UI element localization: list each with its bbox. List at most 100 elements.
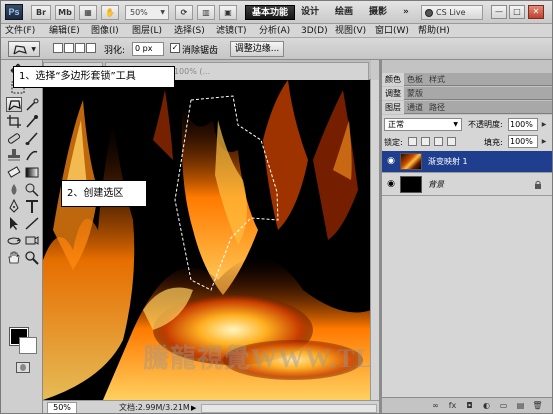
visibility-eye-icon[interactable]: ◉	[385, 156, 397, 166]
new-group-icon[interactable]: ▭	[498, 401, 509, 411]
trash-icon[interactable]: 🗑	[532, 401, 543, 411]
workspace-photography[interactable]: 摄影	[369, 5, 387, 20]
vertical-scrollbar[interactable]	[370, 80, 379, 400]
status-menu-arrow-icon[interactable]: ▶	[191, 402, 196, 413]
chevron-down-icon: ▼	[160, 9, 165, 16]
photoshop-window: Ps Br Mb ▦ ✋ 50% ▼ ⟳ ▥ ▣ 基本功能 设计 绘画 摄影 » …	[0, 0, 553, 414]
menu-layer[interactable]: 图层(L)	[132, 24, 162, 38]
eyedropper-tool[interactable]	[24, 114, 40, 129]
clone-stamp-tool[interactable]	[6, 148, 22, 163]
path-selection-tool[interactable]	[6, 216, 22, 231]
pen-tool[interactable]	[6, 198, 22, 214]
spot-healing-tool[interactable]	[6, 131, 22, 146]
add-mask-icon[interactable]: ◘	[464, 401, 475, 411]
opacity-slider-arrow-icon[interactable]: ▶	[540, 118, 548, 131]
line-tool[interactable]	[24, 216, 40, 231]
dodge-tool[interactable]	[24, 182, 40, 197]
crop-icon	[7, 115, 21, 128]
cs-live-button[interactable]: CS Live	[421, 5, 483, 20]
layer-row-gradient-map[interactable]: ◉ 渐变映射 1	[382, 151, 552, 173]
blend-mode-select[interactable]: 正常 ▼	[384, 118, 462, 131]
tab-styles[interactable]: 样式	[426, 73, 448, 86]
cs-live-icon	[425, 9, 433, 17]
polygonal-lasso-tool[interactable]	[6, 97, 22, 112]
lock-image-button[interactable]	[421, 137, 430, 146]
lock-position-button[interactable]	[434, 137, 443, 146]
fill-input[interactable]: 100%	[508, 135, 538, 148]
tool-preset-picker[interactable]: ▼	[8, 41, 40, 57]
menu-select[interactable]: 选择(S)	[174, 24, 205, 38]
quick-mask-button[interactable]	[16, 362, 30, 373]
quick-selection-tool[interactable]	[24, 97, 40, 112]
visibility-eye-icon[interactable]: ◉	[385, 179, 397, 189]
background-color-swatch[interactable]	[19, 337, 37, 354]
dodge-icon	[25, 183, 39, 197]
tab-color[interactable]: 颜色	[382, 73, 404, 86]
bandage-icon	[7, 133, 21, 144]
view-extras-button[interactable]: ▦	[79, 5, 97, 20]
adjustment-layer-icon[interactable]: ◐	[481, 401, 492, 411]
refine-edge-button[interactable]: 调整边缘...	[230, 41, 284, 57]
workspace-design[interactable]: 设计	[301, 5, 319, 20]
menu-image[interactable]: 图像(I)	[91, 24, 119, 38]
magic-wand-icon	[26, 98, 39, 111]
hand-tool[interactable]	[6, 250, 22, 265]
gradient-tool[interactable]	[24, 165, 40, 180]
new-layer-icon[interactable]: ▤	[515, 401, 526, 411]
workspace-painting[interactable]: 绘画	[335, 5, 353, 20]
rotate-view-button[interactable]: ⟳	[175, 5, 193, 20]
minimize-button[interactable]: —	[491, 5, 507, 19]
maximize-button[interactable]: □	[509, 5, 525, 19]
menu-view[interactable]: 视图(V)	[335, 24, 366, 38]
3d-camera-tool[interactable]	[24, 233, 40, 248]
zoom-tool[interactable]	[24, 250, 40, 265]
status-zoom-field[interactable]: 50%	[47, 402, 77, 413]
tab-paths[interactable]: 路径	[426, 101, 448, 114]
new-selection-button[interactable]	[53, 43, 63, 53]
horizontal-scrollbar[interactable]	[201, 404, 377, 413]
mini-bridge-button[interactable]: Mb	[55, 5, 75, 20]
menu-file[interactable]: 文件(F)	[5, 24, 35, 38]
crop-tool[interactable]	[6, 114, 22, 129]
tab-adjustments[interactable]: 调整	[382, 87, 404, 100]
hand-zoom-button[interactable]: ✋	[101, 5, 119, 20]
tab-swatches[interactable]: 色板	[404, 73, 426, 86]
3d-rotate-tool[interactable]	[6, 233, 22, 248]
layer-row-background[interactable]: ◉ 背景	[382, 174, 552, 196]
screen-mode-button[interactable]: ▣	[219, 5, 237, 20]
menu-window[interactable]: 窗口(W)	[375, 24, 409, 38]
workspace-essentials[interactable]: 基本功能	[245, 5, 296, 20]
arrange-documents-button[interactable]: ▥	[197, 5, 215, 20]
lock-all-button[interactable]	[447, 137, 456, 146]
document-canvas[interactable]: 騰龍視覺WWW.TLVI.NET	[43, 80, 371, 400]
options-bar: ▼ 羽化: 0 px ✓ 消除锯齿 调整边缘...	[1, 38, 552, 60]
anti-alias-checkbox[interactable]: ✓	[170, 43, 180, 53]
close-button[interactable]: ✕	[528, 5, 544, 19]
fill-slider-arrow-icon[interactable]: ▶	[540, 135, 548, 148]
workspace-overflow[interactable]: »	[403, 5, 409, 20]
menu-edit[interactable]: 编辑(E)	[49, 24, 80, 38]
bridge-button[interactable]: Br	[31, 5, 51, 20]
eraser-tool[interactable]	[6, 165, 22, 180]
menu-filter[interactable]: 滤镜(T)	[216, 24, 247, 38]
feather-input[interactable]: 0 px	[132, 42, 164, 56]
history-brush-tool[interactable]	[24, 148, 40, 163]
blur-tool[interactable]	[6, 182, 22, 197]
menu-help[interactable]: 帮助(H)	[418, 24, 450, 38]
tab-channels[interactable]: 通道	[404, 101, 426, 114]
opacity-input[interactable]: 100%	[508, 118, 538, 131]
zoom-level-select[interactable]: 50% ▼	[125, 5, 169, 20]
tab-masks[interactable]: 蒙版	[404, 87, 426, 100]
menu-analysis[interactable]: 分析(A)	[259, 24, 290, 38]
layer-style-icon[interactable]: fx	[447, 401, 458, 411]
subtract-selection-button[interactable]	[75, 43, 85, 53]
type-icon	[26, 200, 38, 213]
brush-tool[interactable]	[24, 131, 40, 146]
add-selection-button[interactable]	[64, 43, 74, 53]
menu-3d[interactable]: 3D(D)	[301, 24, 328, 38]
intersect-selection-button[interactable]	[86, 43, 96, 53]
lock-transparent-button[interactable]	[408, 137, 417, 146]
tab-layers[interactable]: 图层	[382, 101, 404, 114]
type-tool[interactable]	[24, 199, 40, 214]
link-layers-icon[interactable]: ∞	[430, 401, 441, 411]
